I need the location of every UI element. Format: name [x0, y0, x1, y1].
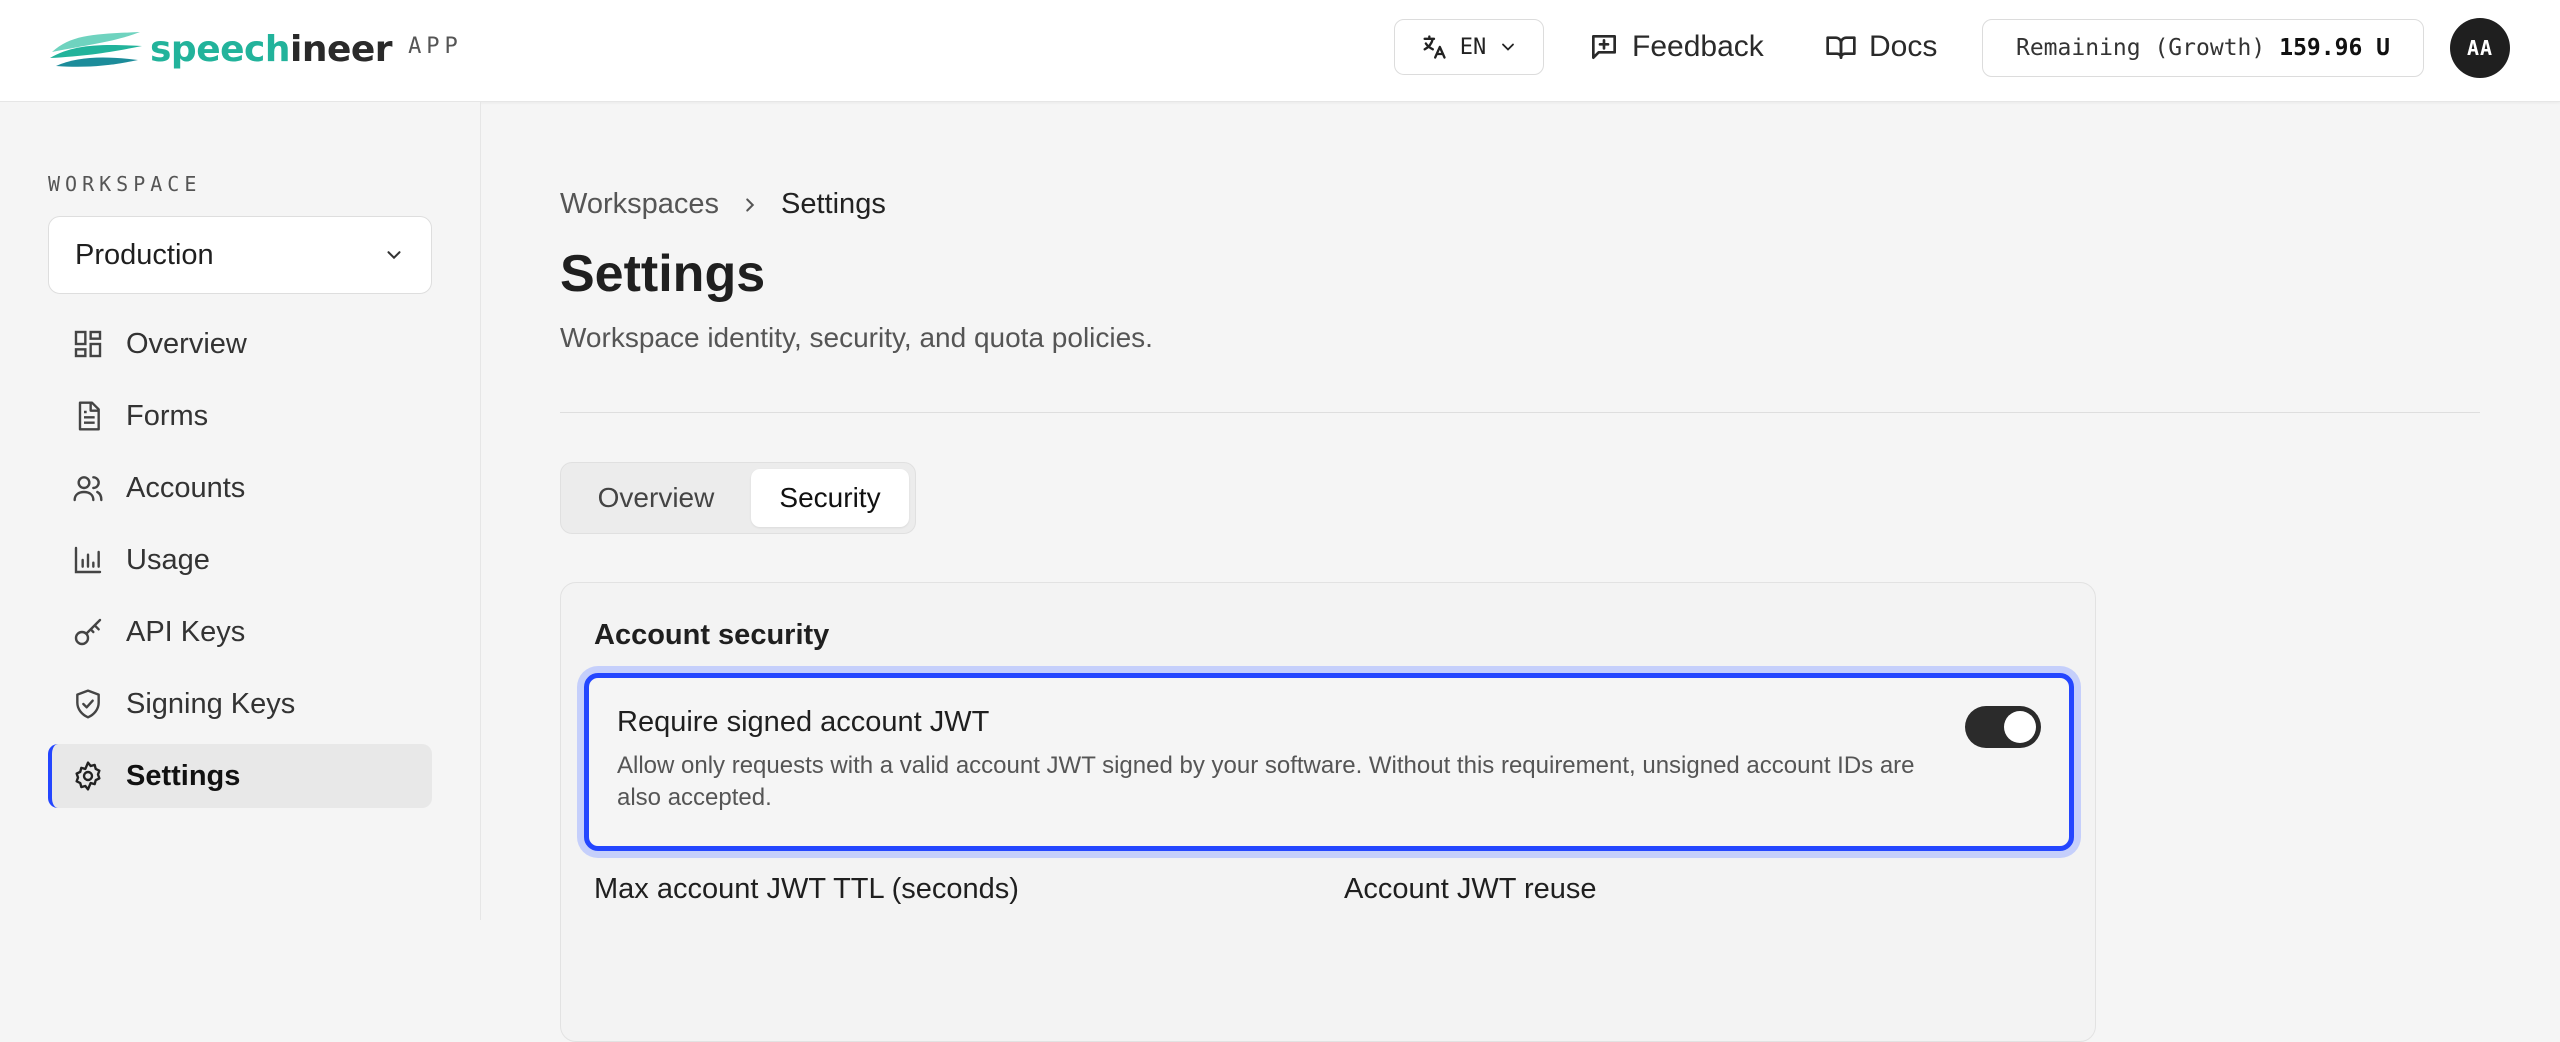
setting-title: Require signed account JWT [617, 706, 989, 739]
sidebar-item-forms[interactable]: Forms [48, 384, 432, 448]
breadcrumb: Workspaces Settings [560, 188, 886, 221]
sidebar-item-label: Forms [126, 400, 208, 433]
chevron-right-icon [739, 194, 761, 216]
top-header: speechineer APP EN Feedback Docs Remaini… [0, 0, 2560, 102]
tab-security[interactable]: Security [751, 469, 909, 527]
translate-icon [1420, 33, 1448, 61]
breadcrumb-current: Settings [781, 188, 886, 221]
key-icon [72, 616, 104, 648]
sidebar-item-accounts[interactable]: Accounts [48, 456, 432, 520]
sidebar-item-settings[interactable]: Settings [48, 744, 432, 808]
remaining-value: 159.96 U [2279, 35, 2390, 61]
divider [560, 412, 2480, 413]
tab-overview[interactable]: Overview [567, 469, 745, 527]
workspace-selected: Production [75, 239, 214, 272]
feedback-label: Feedback [1632, 30, 1764, 64]
sidebar: WORKSPACE Production Overview Forms Acco… [0, 102, 481, 920]
setting-description: Allow only requests with a valid account… [617, 750, 1947, 814]
bar-chart-icon [72, 544, 104, 576]
brand-suffix: APP [408, 34, 463, 59]
users-icon [72, 472, 104, 504]
sidebar-item-overview[interactable]: Overview [48, 312, 432, 376]
sidebar-item-label: API Keys [126, 616, 245, 649]
sidebar-item-label: Settings [126, 760, 240, 793]
brand-name: speechineer [150, 29, 392, 70]
page-title: Settings [560, 244, 765, 304]
remaining-quota[interactable]: Remaining (Growth) 159.96 U [1982, 19, 2424, 77]
logo[interactable]: speechineer APP [48, 24, 463, 74]
account-security-card: Account security Require signed account … [560, 582, 2096, 1042]
language-code: EN [1460, 35, 1487, 60]
workspace-label: WORKSPACE [48, 172, 201, 196]
document-icon [72, 400, 104, 432]
main-content: Workspaces Settings Settings Workspace i… [481, 102, 2560, 920]
breadcrumb-workspaces[interactable]: Workspaces [560, 188, 719, 221]
settings-tabs: Overview Security [560, 462, 916, 534]
shield-check-icon [72, 688, 104, 720]
docs-label: Docs [1869, 30, 1937, 64]
sidebar-item-api-keys[interactable]: API Keys [48, 600, 432, 664]
sidebar-nav: Overview Forms Accounts Usage API Keys S… [48, 312, 432, 816]
max-jwt-ttl-label: Max account JWT TTL (seconds) [594, 873, 1019, 906]
feedback-link[interactable]: Feedback [1588, 19, 1764, 75]
require-signed-jwt-toggle[interactable] [1965, 706, 2041, 748]
sidebar-item-label: Accounts [126, 472, 245, 505]
message-plus-icon [1588, 31, 1620, 63]
logo-waves-icon [48, 26, 144, 72]
gear-icon [72, 760, 104, 792]
remaining-label: Remaining (Growth) [2016, 35, 2265, 61]
sidebar-item-label: Usage [126, 544, 210, 577]
workspace-select[interactable]: Production [48, 216, 432, 294]
sidebar-item-label: Overview [126, 328, 247, 361]
page-subtitle: Workspace identity, security, and quota … [560, 322, 1153, 354]
avatar[interactable]: AA [2450, 18, 2510, 78]
sidebar-item-label: Signing Keys [126, 688, 295, 721]
require-signed-jwt-setting[interactable]: Require signed account JWT Allow only re… [584, 673, 2074, 851]
card-title: Account security [594, 619, 829, 652]
language-selector[interactable]: EN [1394, 19, 1544, 75]
sidebar-item-usage[interactable]: Usage [48, 528, 432, 592]
jwt-reuse-label: Account JWT reuse [1344, 873, 1597, 906]
sidebar-item-signing-keys[interactable]: Signing Keys [48, 672, 432, 736]
chevron-down-icon [1498, 37, 1518, 57]
book-icon [1825, 31, 1857, 63]
docs-link[interactable]: Docs [1825, 19, 1937, 75]
dashboard-icon [72, 328, 104, 360]
chevron-down-icon [383, 244, 405, 266]
